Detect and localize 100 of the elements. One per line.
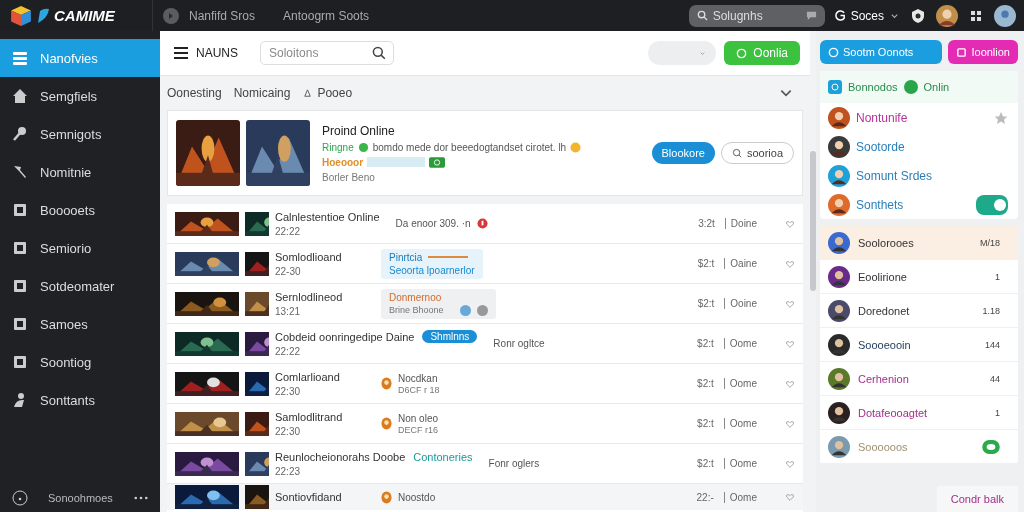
time-text: 22:30 [275,425,302,437]
time-text: 22:22 [275,346,302,357]
heart-icon[interactable] [785,298,795,309]
heart-icon[interactable] [785,492,795,502]
circle-icon [828,46,839,58]
heart-icon[interactable] [785,218,795,229]
sidebar-item[interactable]: Semiorio [0,229,160,267]
code-text: DECF r16 [398,424,439,435]
status-text: Oome [723,378,757,389]
game-title: Cobdeid oonringedipe Daine [275,330,415,343]
heart-icon[interactable] [785,418,795,429]
heart-icon[interactable] [785,258,795,269]
filter-tab[interactable]: Nomicaing [233,86,291,100]
note-text: Seoorta lpoarnerlor [389,264,475,276]
game-title: Sernlodlineod [275,290,343,303]
nav-link[interactable]: Antoogrm Soots [283,8,370,23]
avatar[interactable] [936,4,958,27]
price-text: $2:t [697,258,716,269]
avatar[interactable] [994,4,1016,27]
note-text: Brine Bhoone [389,305,444,315]
account-menu[interactable]: Soces [834,8,900,23]
filter-tab[interactable]: Pooeo [302,86,353,100]
emoji-icon [570,141,582,153]
avatar [828,435,850,458]
status-text: Onlin [923,81,950,93]
page-title: NAUNS [196,46,238,60]
contact-name: Soolorooes [858,236,914,249]
avatar [828,299,850,322]
circle-icon[interactable] [459,304,471,316]
status-text: Oome [723,338,757,349]
sidebar-item[interactable]: Sonttants [0,381,160,419]
game-title: Calnlestentioe Online [275,210,380,223]
link-icon [429,156,446,168]
contact-name: Soooooos [858,440,908,453]
time-text: 22:30 [275,385,302,397]
avatar [828,367,850,390]
list-item[interactable]: Doredonet 1.18 [820,294,1018,328]
search-field[interactable]: Solugnhs [688,4,825,27]
shield-icon[interactable] [910,7,926,24]
sidebar-item[interactable]: Semgfiels [0,77,160,115]
price-text: $2:t [697,338,715,349]
meta-text: Borler Beno [322,171,376,183]
sidebar-item[interactable]: Booooets [0,191,160,229]
list-item[interactable]: Cerhenion 44 [820,362,1018,396]
status-text: Ooine [724,298,757,309]
time-text: 13:21 [275,305,302,317]
friend-name[interactable]: Sonthets [856,197,904,212]
list-item[interactable]: Soooeooin 144 [820,328,1018,362]
list-item[interactable]: Dotafeooagtet 1 [820,396,1018,430]
circle-icon[interactable] [476,304,488,316]
heart-icon[interactable] [785,378,795,389]
avatar [828,135,850,158]
sidebar-item[interactable]: Samoes [0,305,160,343]
badge: Shmlnns [422,330,478,343]
list-icon [12,50,28,66]
menu-icon[interactable] [174,46,188,60]
detail-text: Noostdo [398,491,436,503]
search-field[interactable]: Soloitons [260,41,394,65]
price-text: 3:2t [698,218,716,229]
search-button[interactable]: soorioa [720,142,794,164]
sidebar-item[interactable]: Soontiog [0,343,160,381]
progress-line [428,256,469,258]
primary-button[interactable]: Blookore [651,142,715,164]
sidebar-item[interactable]: Semnigots [0,115,160,153]
chat-icon[interactable] [982,439,1000,454]
contact-name: Dotafeooagtet [858,406,928,419]
help-icon[interactable] [12,490,28,506]
detail-text: Da enoor 309. ·n [395,218,471,229]
detail-text: Non oleo [398,412,439,424]
friend-name[interactable]: Sootorde [856,139,905,154]
list-item[interactable]: Eoolirione 1 [820,260,1018,294]
search-icon [372,46,386,60]
link[interactable]: Contoneries [413,450,473,463]
count-text: 144 [984,339,1000,350]
list-item[interactable]: Soolorooes M/18 [820,226,1018,260]
toggle-switch[interactable] [976,194,1008,215]
status-text: Oaine [724,258,757,269]
cube-icon [10,4,32,27]
nav-link[interactable]: Nanfifd Sros [189,8,256,23]
friend-name[interactable]: Somunt Srdes [856,168,933,183]
more-icon[interactable] [134,496,148,500]
invite-button[interactable]: Ioonlion [948,40,1018,64]
sidebar-item[interactable]: Nomitnie [0,153,160,191]
count-text: M/18 [980,237,1000,248]
avatar [828,401,850,424]
contact-name: Doredonet [858,304,910,317]
footer-button[interactable]: Condr balk [936,486,1018,512]
contact-name: Eoolirione [858,270,907,283]
price-text: $2:t [697,378,715,389]
heart-icon[interactable] [785,338,795,349]
star-icon[interactable] [994,110,1008,125]
friend-name[interactable]: Nontunife [856,110,908,125]
status-text: Oome [723,491,757,503]
wrench-icon [12,164,28,180]
sidebar-item[interactable]: Sotdeomater [0,267,160,305]
detail-text: Fonr oglers [488,458,540,469]
price-text: 22:- [696,491,715,503]
heart-icon[interactable] [785,458,795,469]
search-icon [731,147,743,159]
filter-tab[interactable]: Oonesting [167,86,222,100]
